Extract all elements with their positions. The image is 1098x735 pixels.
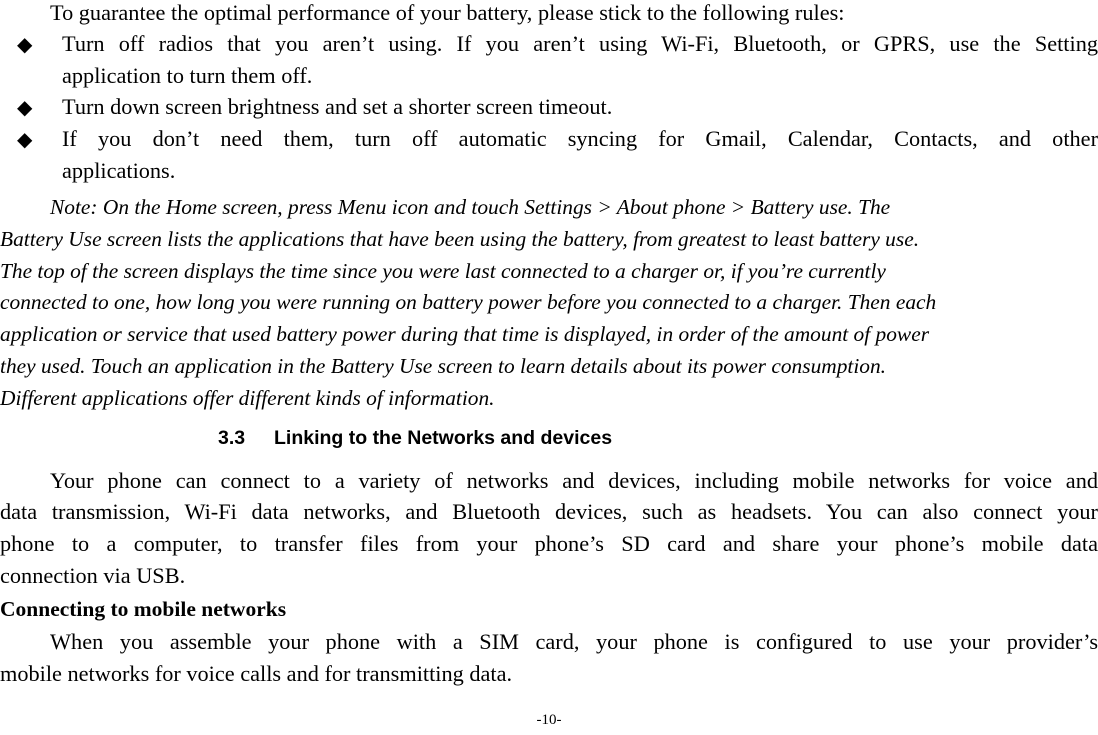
subsection-body-line-1: When you assemble your phone with a SIM … xyxy=(50,629,1098,654)
section-body-line-3: phone to a computer, to transfer files f… xyxy=(0,531,1098,556)
note-line-7: Different applications offer different k… xyxy=(0,386,495,410)
subsection-body-line-2: mobile networks for voice calls and for … xyxy=(0,661,513,686)
section-title: Linking to the Networks and devices xyxy=(274,427,613,449)
note-line-5: application or service that used battery… xyxy=(0,322,930,346)
note-line-4: connected to one, how long you were runn… xyxy=(0,290,937,314)
note-line-6: they used. Touch an application in the B… xyxy=(0,354,887,378)
diamond-bullet-icon: ◆ xyxy=(17,97,33,119)
bullet-3-line-1: If you don’t need them, turn off automat… xyxy=(62,126,1098,151)
section-body-line-2: data transmission, Wi-Fi data networks, … xyxy=(0,499,1098,524)
section-number: 3.3 xyxy=(218,427,246,449)
page-number: -10- xyxy=(536,712,562,728)
bullet-3-line-2: applications. xyxy=(62,158,176,183)
bullet-2-line-1: Turn down screen brightness and set a sh… xyxy=(62,94,613,119)
diamond-bullet-icon: ◆ xyxy=(17,34,33,56)
section-body-line-1: Your phone can connect to a variety of n… xyxy=(50,468,1098,493)
note-line-2: Battery Use screen lists the application… xyxy=(0,227,920,251)
note-line-3: The top of the screen displays the time … xyxy=(0,259,886,283)
subsection-heading: Connecting to mobile networks xyxy=(0,597,287,621)
section-body-line-4: connection via USB. xyxy=(0,563,186,588)
diamond-bullet-icon: ◆ xyxy=(17,129,33,151)
section-heading: 3.3 Linking to the Networks and devices xyxy=(218,425,612,451)
intro-paragraph: To guarantee the optimal performance of … xyxy=(50,0,845,25)
bullet-1-line-2: application to turn them off. xyxy=(62,63,313,88)
note-line-1: Note: On the Home screen, press Menu ico… xyxy=(50,195,891,219)
bullet-1-line-1: Turn off radios that you aren’t using. I… xyxy=(62,31,1098,56)
